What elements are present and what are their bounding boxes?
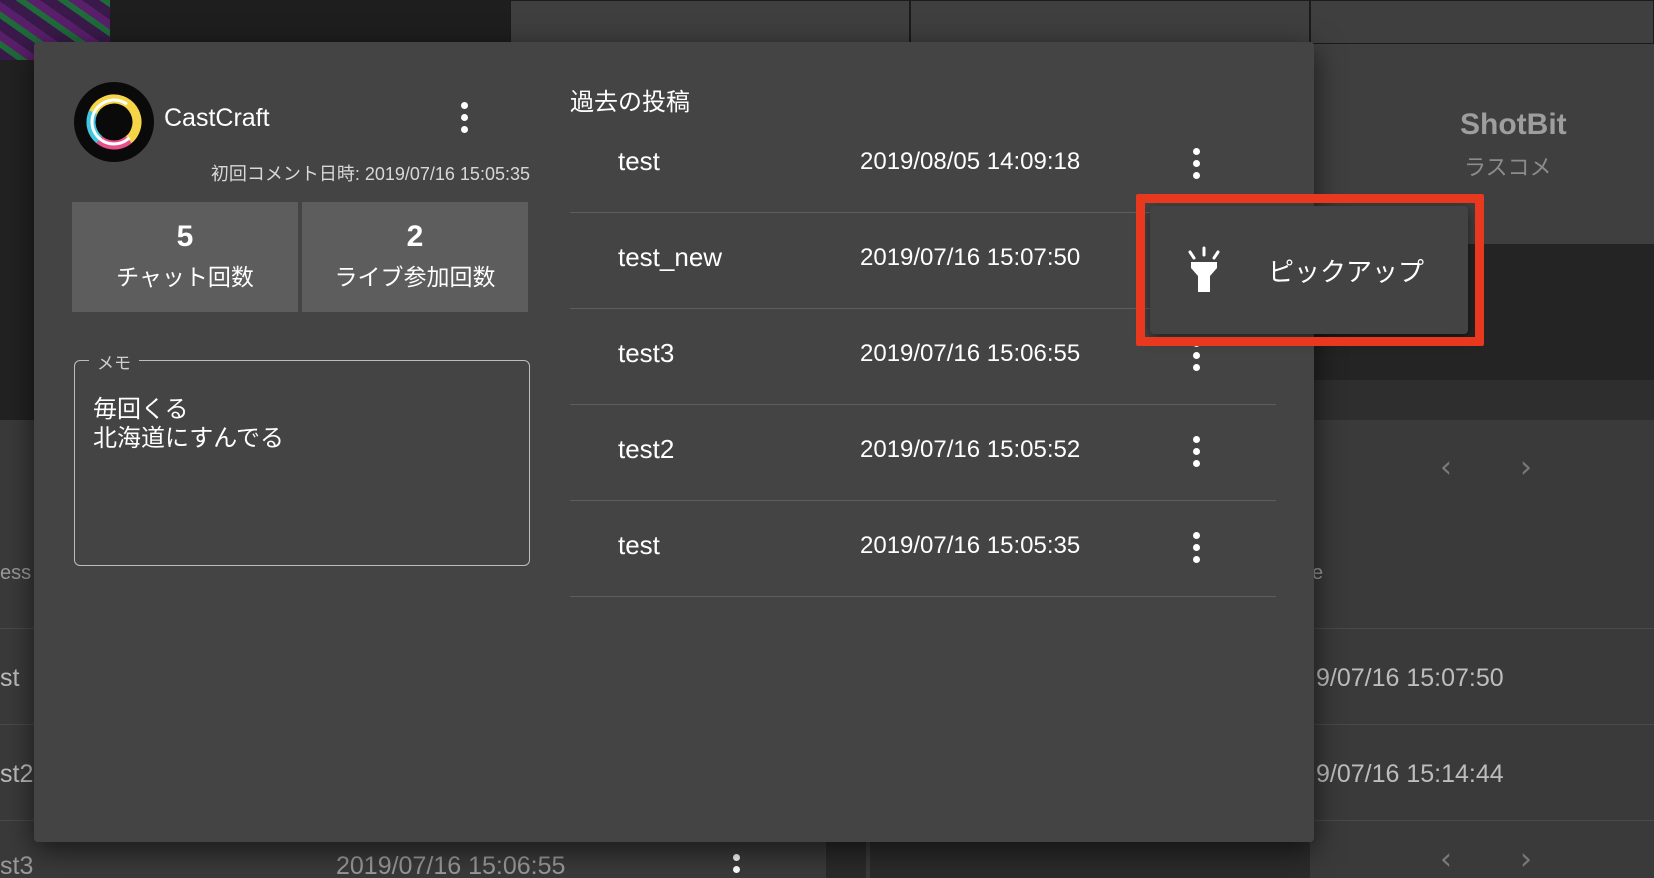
stat-value: 5 — [176, 220, 194, 253]
post-text: test2 — [618, 434, 675, 464]
first-comment-datetime: 初回コメント日時: 2019/07/16 15:05:35 — [210, 164, 530, 184]
list-item: test 2019/07/16 15:05:35 — [570, 500, 1276, 597]
memo-line: 毎回くる — [93, 395, 189, 423]
avatar — [74, 82, 154, 162]
more-options-icon[interactable] — [724, 848, 748, 878]
flashlight-icon — [1188, 246, 1220, 292]
post-date: 2019/08/05 14:09:18 — [860, 148, 1081, 175]
post-text: test_new — [618, 242, 723, 272]
table-row-date: 9/07/16 15:14:44 — [1316, 760, 1504, 788]
post-text: test — [618, 146, 660, 176]
row-divider — [1310, 724, 1654, 725]
stat-value: 2 — [406, 220, 424, 253]
row-divider — [1310, 820, 1654, 821]
post-more-options-icon[interactable] — [1184, 335, 1208, 375]
post-date: 2019/07/16 15:05:52 — [860, 436, 1081, 463]
post-text: test — [618, 530, 660, 560]
stat-chat-count: 5 チャット回数 — [72, 202, 298, 312]
past-posts-title: 過去の投稿 — [570, 88, 690, 116]
post-date: 2019/07/16 15:06:55 — [860, 340, 1081, 367]
bg-list — [1310, 420, 1654, 878]
post-more-options-icon[interactable] — [1184, 431, 1208, 471]
pickup-menu-item[interactable]: ピックアップ — [1150, 206, 1468, 334]
chevron-right-icon[interactable]: › — [1520, 450, 1532, 485]
post-date: 2019/07/16 15:05:35 — [860, 532, 1081, 559]
top-panel — [1310, 0, 1654, 44]
top-panel — [510, 0, 910, 44]
row-divider — [1310, 628, 1654, 629]
stat-label: チャット回数 — [116, 265, 254, 291]
username: CastCraft — [164, 104, 270, 132]
table-row-date: 2019/07/16 15:06:55 — [336, 852, 566, 878]
stat-live-count: 2 ライブ参加回数 — [302, 202, 528, 312]
list-item: test2 2019/07/16 15:05:52 — [570, 404, 1276, 501]
profile-more-options-icon[interactable] — [452, 97, 476, 137]
memo-field[interactable]: メモ 毎回くる 北海道にすんでる — [74, 349, 530, 566]
chevron-left-icon[interactable]: ‹ — [1440, 842, 1452, 877]
user-detail-dialog: CastCraft 初回コメント日時: 2019/07/16 15:05:35 … — [34, 42, 1314, 842]
top-panel — [910, 0, 1310, 44]
table-row-date: 9/07/16 15:07:50 — [1316, 664, 1504, 692]
memo-text[interactable]: 毎回くる 北海道にすんでる — [93, 395, 284, 453]
bg-panel — [1310, 380, 1654, 420]
post-date: 2019/07/16 15:07:50 — [860, 244, 1081, 271]
post-more-options-icon[interactable] — [1184, 527, 1208, 567]
list-item: test 2019/08/05 14:09:18 — [570, 116, 1276, 213]
pickup-label: ピックアップ — [1268, 258, 1425, 288]
app-name: ShotBit — [1460, 108, 1567, 141]
table-row-text: st2 — [0, 760, 34, 788]
app-subtitle: ラスコメ — [1464, 156, 1552, 181]
castcraft-logo-icon — [86, 94, 142, 150]
stat-label: ライブ参加回数 — [334, 265, 496, 291]
memo-label: メモ — [89, 349, 139, 374]
chevron-right-icon[interactable]: › — [1520, 842, 1532, 877]
post-more-options-icon[interactable] — [1184, 143, 1208, 183]
post-text: test3 — [618, 338, 675, 368]
table-row-text: st — [0, 664, 20, 692]
memo-line: 北海道にすんでる — [93, 424, 285, 452]
table-row-text: st3 — [0, 852, 34, 878]
chevron-left-icon[interactable]: ‹ — [1440, 450, 1452, 485]
column-header-fragment: ess — [0, 562, 32, 584]
